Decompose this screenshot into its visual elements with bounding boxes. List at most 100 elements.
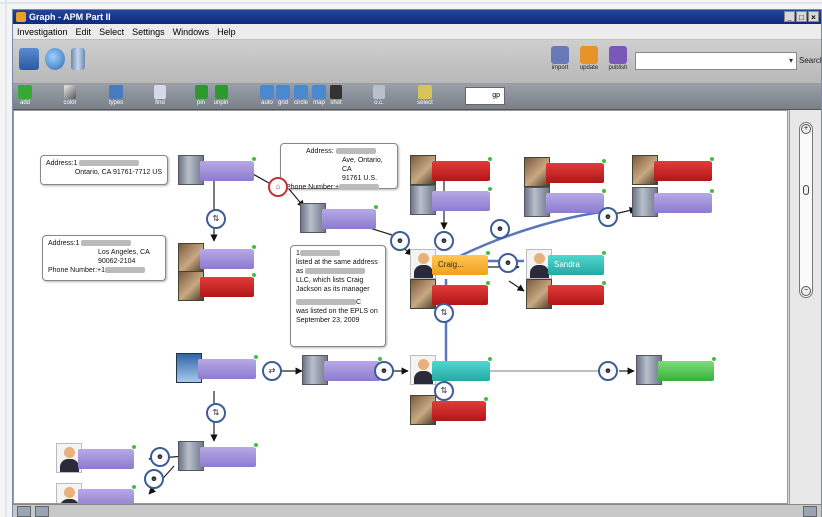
company-node[interactable] (632, 187, 715, 217)
main-toolbar: import update publish ▾ Search (13, 40, 822, 84)
person-link-icon[interactable]: ☻ (498, 253, 518, 273)
import-icon (551, 46, 569, 64)
node-label (78, 449, 134, 469)
node-label (432, 161, 490, 181)
person-node-sandra[interactable]: Sandra (526, 249, 607, 279)
address-label: Address: (306, 148, 334, 155)
redacted-text (339, 184, 380, 191)
auto-layout-button[interactable]: auto (259, 85, 275, 106)
status-corner-icon[interactable] (803, 506, 817, 517)
link-icon[interactable]: ⇅ (206, 209, 226, 229)
status-badge (601, 188, 607, 194)
menu-edit[interactable]: Edit (76, 24, 92, 39)
address-street: Ave, Ontario, CA (342, 157, 383, 173)
person-node[interactable] (56, 483, 137, 503)
zoom-slider[interactable]: + − (799, 122, 813, 298)
person-link-icon[interactable]: ☻ (144, 469, 164, 489)
alert-node[interactable] (410, 279, 491, 309)
graph-canvas[interactable]: Address:1 Ontario, CA 91761-7712 US Addr… (13, 110, 788, 504)
company-node[interactable] (410, 185, 493, 215)
circle-label: circle (293, 100, 308, 106)
node-label (548, 285, 604, 305)
unpin-button[interactable]: unpin (211, 85, 231, 106)
graph-toolbar: add color types find pin unpin auto grid… (13, 84, 821, 110)
alert-node[interactable] (178, 271, 257, 301)
status-badge (253, 354, 259, 360)
node-label: Craig... (432, 255, 488, 275)
add-button[interactable]: add (17, 85, 33, 106)
address-link-icon[interactable]: ⌂ (268, 177, 288, 197)
note-line: as (296, 268, 304, 275)
person-link-icon[interactable]: ☻ (434, 231, 454, 251)
grid-layout-button[interactable]: grid (275, 85, 291, 106)
link-icon[interactable]: ⇅ (206, 403, 226, 423)
alert-node[interactable] (410, 155, 493, 185)
link-icon[interactable]: ⇅ (434, 303, 454, 323)
color-button[interactable]: color (59, 85, 81, 106)
node-label (198, 359, 256, 379)
alert-node[interactable] (524, 157, 607, 187)
maximize-button[interactable]: □ (796, 11, 807, 22)
search-button[interactable]: Search (799, 52, 822, 70)
status-badge (131, 444, 137, 450)
graph-name-field[interactable]: gp (465, 87, 505, 105)
shot-button[interactable]: shot (328, 85, 344, 106)
map-button[interactable]: map (311, 85, 327, 106)
alert-node[interactable] (632, 155, 715, 185)
node-label (200, 447, 256, 467)
company-node[interactable] (176, 353, 259, 383)
zoom-handle[interactable] (803, 185, 809, 195)
node-label (432, 191, 490, 211)
menu-select[interactable]: Select (99, 24, 124, 39)
color-label: color (63, 100, 77, 106)
company-node[interactable] (300, 203, 379, 233)
select-button[interactable]: select (415, 85, 435, 106)
network-tool-icon[interactable] (19, 48, 39, 70)
alert-node[interactable] (526, 279, 607, 309)
zoom-out-icon[interactable]: − (801, 286, 811, 296)
entity-node[interactable] (178, 243, 257, 273)
oc-button[interactable]: o.c. (371, 85, 387, 106)
company-node[interactable] (178, 441, 259, 471)
menu-investigation[interactable]: Investigation (17, 24, 68, 39)
update-button[interactable]: update (574, 46, 604, 71)
company-node[interactable] (178, 155, 257, 185)
find-button[interactable]: find (151, 85, 169, 106)
person-link-icon[interactable]: ☻ (490, 219, 510, 239)
link-icon[interactable]: ⇅ (434, 381, 454, 401)
find-label: find (155, 100, 165, 106)
person-node[interactable] (56, 443, 137, 473)
company-node[interactable] (524, 187, 607, 217)
node-label (432, 361, 490, 381)
status-tool-icon[interactable] (35, 506, 49, 517)
company-node[interactable] (636, 355, 717, 385)
publish-button[interactable]: publish (603, 46, 633, 71)
node-label (322, 209, 376, 229)
search-input[interactable]: ▾ (635, 52, 797, 70)
link-icon[interactable]: ⇄ (262, 361, 282, 381)
person-node-craig[interactable]: Craig... (410, 249, 491, 279)
menu-settings[interactable]: Settings (132, 24, 165, 39)
person-link-icon[interactable]: ☻ (374, 361, 394, 381)
pin-button[interactable]: pin (193, 85, 209, 106)
map-icon (312, 85, 326, 99)
circle-layout-button[interactable]: circle (292, 85, 310, 106)
menu-windows[interactable]: Windows (173, 24, 210, 39)
person-link-icon[interactable]: ☻ (150, 447, 170, 467)
company-node[interactable] (302, 355, 383, 385)
person-link-icon[interactable]: ☻ (598, 207, 618, 227)
trash-icon[interactable] (71, 48, 85, 70)
close-button[interactable]: × (808, 11, 819, 22)
alert-node[interactable] (410, 395, 489, 425)
person-link-icon[interactable]: ☻ (390, 231, 410, 251)
import-button[interactable]: import (545, 46, 575, 71)
status-tool-icon[interactable] (17, 506, 31, 517)
person-link-icon[interactable]: ☻ (598, 361, 618, 381)
chevron-down-icon[interactable]: ▾ (789, 56, 793, 65)
minimize-button[interactable]: _ (784, 11, 795, 22)
types-button[interactable]: types (105, 85, 127, 106)
globe-icon[interactable] (45, 48, 65, 70)
zoom-in-icon[interactable]: + (801, 124, 811, 134)
menu-help[interactable]: Help (217, 24, 236, 39)
person-node[interactable] (410, 355, 493, 385)
